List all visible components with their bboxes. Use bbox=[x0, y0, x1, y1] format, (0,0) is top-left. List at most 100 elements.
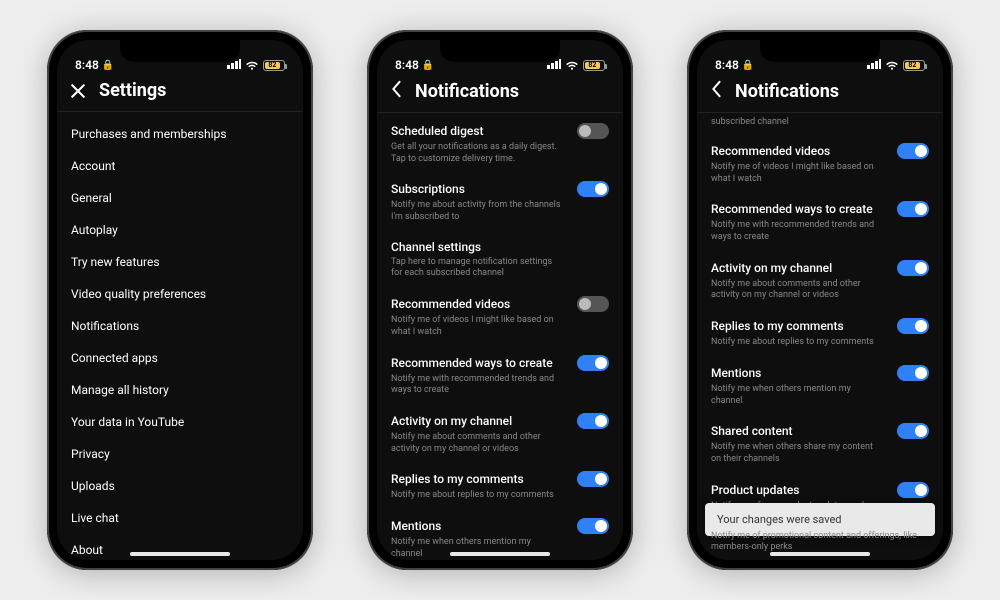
notif-desc: Notify me about replies to my comments bbox=[711, 337, 929, 349]
notif-item-channel-settings[interactable]: Channel settings Tap here to manage noti… bbox=[377, 232, 623, 288]
notifications-header: Notifications bbox=[697, 74, 943, 113]
settings-item-purchases[interactable]: Purchases and memberships bbox=[57, 118, 303, 150]
orientation-lock-icon: 🔒 bbox=[102, 60, 114, 71]
settings-item-history[interactable]: Manage all history bbox=[57, 374, 303, 406]
toggle-mentions[interactable] bbox=[897, 365, 929, 381]
notch bbox=[440, 40, 560, 62]
home-indicator[interactable] bbox=[770, 552, 870, 556]
notif-desc: Notify me of videos I might like based o… bbox=[711, 162, 929, 185]
notch bbox=[120, 40, 240, 62]
screen-1: 8:48 🔒 82 Settings Purchases and members… bbox=[57, 40, 303, 560]
notif-desc: Notify me with recommended trends and wa… bbox=[711, 220, 929, 243]
settings-item-general[interactable]: General bbox=[57, 182, 303, 214]
back-icon[interactable] bbox=[709, 80, 723, 102]
phone-frame-2: 8:48 🔒 82 Notifications bbox=[367, 30, 633, 570]
notif-desc: Notify me about comments and other activ… bbox=[391, 432, 609, 455]
notif-desc: Tap here to manage notification settings… bbox=[391, 257, 609, 280]
back-icon[interactable] bbox=[389, 80, 403, 102]
home-indicator[interactable] bbox=[450, 552, 550, 556]
settings-item-autoplay[interactable]: Autoplay bbox=[57, 214, 303, 246]
notif-title: Replies to my comments bbox=[711, 319, 844, 333]
notif-item-recommended-create[interactable]: Recommended ways to create Notify me wit… bbox=[377, 347, 623, 405]
toggle-recommended-videos[interactable] bbox=[897, 143, 929, 159]
toggle-recommended-create[interactable] bbox=[577, 355, 609, 371]
settings-item-video-quality[interactable]: Video quality preferences bbox=[57, 278, 303, 310]
status-time: 8:48 bbox=[395, 58, 419, 72]
partial-scrolled-text: subscribed channel bbox=[697, 113, 943, 133]
toggle-scheduled-digest[interactable] bbox=[577, 123, 609, 139]
page-title: Settings bbox=[99, 80, 166, 101]
settings-header: Settings bbox=[57, 74, 303, 112]
battery-level: 82 bbox=[265, 62, 280, 69]
toggle-replies[interactable] bbox=[897, 318, 929, 334]
battery-icon: 82 bbox=[263, 60, 285, 71]
notch bbox=[760, 40, 880, 62]
notifications-list: Scheduled digest Get all your notificati… bbox=[377, 113, 623, 560]
page-title: Notifications bbox=[735, 81, 839, 102]
notif-item-activity-channel[interactable]: Activity on my channel Notify me about c… bbox=[697, 252, 943, 310]
notif-title: Recommended videos bbox=[391, 297, 510, 311]
notif-item-replies[interactable]: Replies to my comments Notify me about r… bbox=[377, 463, 623, 510]
settings-item-your-data[interactable]: Your data in YouTube bbox=[57, 406, 303, 438]
settings-content[interactable]: Purchases and memberships Account Genera… bbox=[57, 112, 303, 560]
notif-item-mentions[interactable]: Mentions Notify me when others mention m… bbox=[697, 357, 943, 415]
settings-item-privacy[interactable]: Privacy bbox=[57, 438, 303, 470]
settings-item-connected-apps[interactable]: Connected apps bbox=[57, 342, 303, 374]
notif-item-recommended-videos[interactable]: Recommended videos Notify me of videos I… bbox=[377, 288, 623, 346]
toggle-recommended-videos[interactable] bbox=[577, 296, 609, 312]
notif-desc: Notify me when others mention my channel bbox=[391, 537, 609, 560]
notif-title: Mentions bbox=[711, 366, 761, 380]
toggle-product-updates[interactable] bbox=[897, 482, 929, 498]
notif-desc: Notify me of videos I might like based o… bbox=[391, 315, 609, 338]
settings-list: Purchases and memberships Account Genera… bbox=[57, 112, 303, 560]
notif-item-activity-channel[interactable]: Activity on my channel Notify me about c… bbox=[377, 405, 623, 463]
notifications-content[interactable]: Scheduled digest Get all your notificati… bbox=[377, 113, 623, 560]
settings-item-uploads[interactable]: Uploads bbox=[57, 470, 303, 502]
notif-title: Recommended videos bbox=[711, 144, 830, 158]
settings-item-try-new[interactable]: Try new features bbox=[57, 246, 303, 278]
notif-desc: Notify me about activity from the channe… bbox=[391, 200, 609, 223]
notif-title: Activity on my channel bbox=[391, 414, 512, 428]
screen-2: 8:48 🔒 82 Notifications bbox=[377, 40, 623, 560]
notifications-content[interactable]: subscribed channel Recommended videos No… bbox=[697, 113, 943, 560]
notif-item-scheduled-digest[interactable]: Scheduled digest Get all your notificati… bbox=[377, 115, 623, 173]
orientation-lock-icon: 🔒 bbox=[742, 60, 754, 71]
battery-level: 82 bbox=[585, 62, 600, 69]
toggle-replies[interactable] bbox=[577, 471, 609, 487]
notifications-header: Notifications bbox=[377, 74, 623, 113]
notif-desc: Notify me about replies to my comments bbox=[391, 490, 609, 502]
settings-item-live-chat[interactable]: Live chat bbox=[57, 502, 303, 534]
notif-title: Mentions bbox=[391, 519, 441, 533]
orientation-lock-icon: 🔒 bbox=[422, 60, 434, 71]
notif-item-shared-content[interactable]: Shared content Notify me when others sha… bbox=[697, 415, 943, 473]
notif-desc: Notify me when others share my content o… bbox=[711, 442, 929, 465]
settings-item-about[interactable]: About bbox=[57, 534, 303, 560]
toggle-shared-content[interactable] bbox=[897, 423, 929, 439]
notif-desc: Notify me with recommended trends and wa… bbox=[391, 374, 609, 397]
home-indicator[interactable] bbox=[130, 552, 230, 556]
notif-title: Shared content bbox=[711, 424, 793, 438]
notif-title: Channel settings bbox=[391, 240, 481, 254]
toggle-mentions[interactable] bbox=[577, 518, 609, 534]
page-title: Notifications bbox=[415, 81, 519, 102]
toggle-activity-channel[interactable] bbox=[897, 260, 929, 276]
status-time: 8:48 bbox=[715, 58, 739, 72]
notif-title: Recommended ways to create bbox=[391, 356, 553, 370]
status-time: 8:48 bbox=[75, 58, 99, 72]
wifi-icon bbox=[565, 60, 579, 70]
notif-desc: Notify me when others mention my channel bbox=[711, 384, 929, 407]
toggle-recommended-create[interactable] bbox=[897, 201, 929, 217]
settings-item-notifications[interactable]: Notifications bbox=[57, 310, 303, 342]
notif-title: Scheduled digest bbox=[391, 124, 484, 138]
notif-item-replies[interactable]: Replies to my comments Notify me about r… bbox=[697, 310, 943, 357]
toggle-activity-channel[interactable] bbox=[577, 413, 609, 429]
notif-item-recommended-create[interactable]: Recommended ways to create Notify me wit… bbox=[697, 193, 943, 251]
toggle-subscriptions[interactable] bbox=[577, 181, 609, 197]
notif-item-subscriptions[interactable]: Subscriptions Notify me about activity f… bbox=[377, 173, 623, 231]
notif-title: Product updates bbox=[711, 483, 799, 497]
battery-icon: 82 bbox=[583, 60, 605, 71]
close-icon[interactable] bbox=[69, 82, 87, 100]
notif-item-recommended-videos[interactable]: Recommended videos Notify me of videos I… bbox=[697, 135, 943, 193]
settings-item-account[interactable]: Account bbox=[57, 150, 303, 182]
wifi-icon bbox=[245, 60, 259, 70]
